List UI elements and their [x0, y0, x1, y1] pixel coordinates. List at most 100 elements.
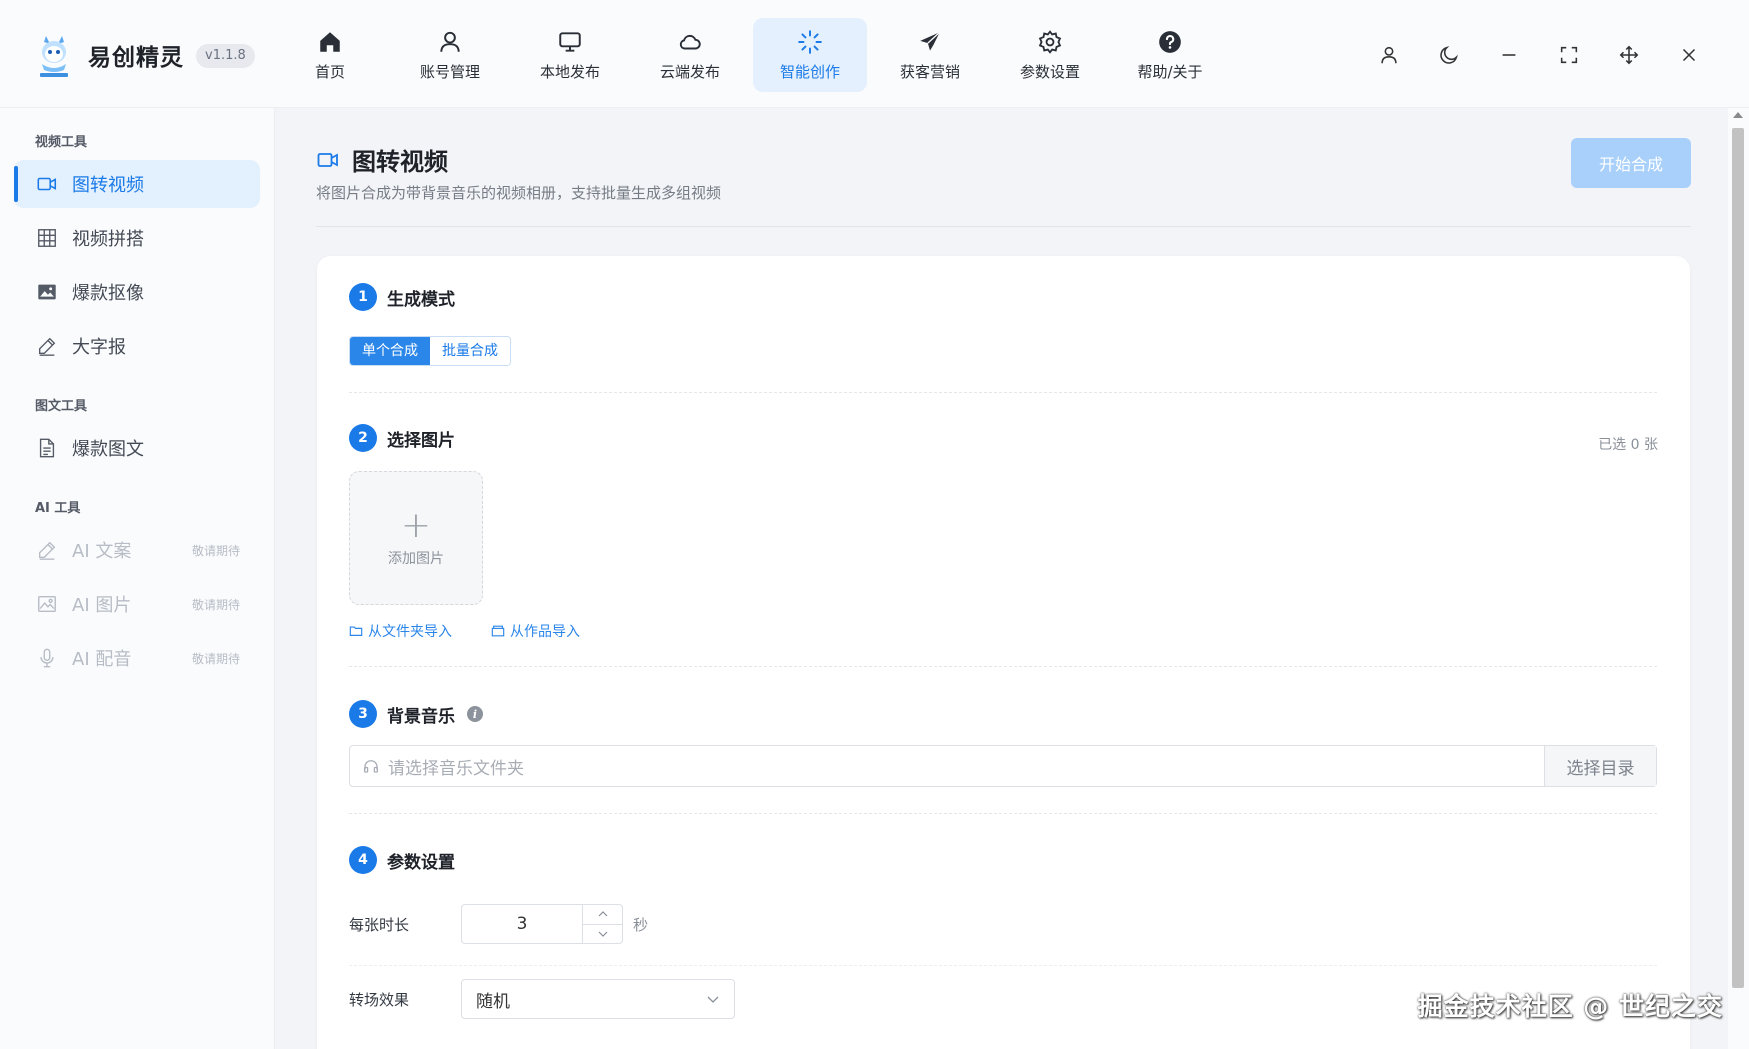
transition-label: 转场效果: [349, 991, 410, 1009]
step-badge: 1: [349, 283, 377, 311]
nav-settings[interactable]: 参数设置: [990, 18, 1110, 92]
fullscreen-button[interactable]: [1539, 38, 1599, 72]
section-divider: [349, 392, 1657, 393]
sidebar-item-ai-voice[interactable]: AI 配音 敬请期待: [14, 634, 260, 682]
music-folder-input[interactable]: 请选择音乐文件夹 选择目录: [349, 745, 1657, 787]
duration-unit: 秒: [633, 916, 649, 934]
archive-icon: [491, 625, 505, 637]
sidebar-item-ai-image[interactable]: AI 图片 敬请期待: [14, 580, 260, 628]
page-title-text: 图转视频: [352, 148, 448, 176]
sidebar-item-label: 视频拼搭: [72, 229, 144, 250]
import-folder-label: 从文件夹导入: [368, 624, 452, 640]
music-input-placeholder: 请选择音乐文件夹: [388, 758, 524, 779]
duration-stepper[interactable]: 3: [461, 904, 623, 944]
mode-batch-option[interactable]: 批量合成: [430, 337, 510, 365]
help-icon: [1159, 30, 1181, 53]
decrement-button[interactable]: [583, 923, 622, 944]
sidebar-item-label: AI 图片: [72, 595, 132, 616]
scrollbar-thumb[interactable]: [1732, 128, 1744, 988]
nav-home[interactable]: 首页: [270, 18, 390, 92]
section-music-title: 3 背景音乐 i: [349, 700, 483, 728]
folder-icon: [349, 626, 363, 636]
move-button[interactable]: [1599, 38, 1659, 72]
move-icon: [1619, 45, 1639, 65]
user-icon: [1381, 46, 1397, 64]
section-images-title: 2 选择图片: [349, 424, 455, 452]
minimize-button[interactable]: [1479, 38, 1539, 72]
image-icon: [38, 595, 56, 613]
sidebar-item-hot-posts[interactable]: 爆款图文: [14, 424, 260, 472]
close-button[interactable]: [1659, 38, 1719, 72]
duration-value[interactable]: 3: [462, 905, 582, 943]
minimize-icon: [1502, 54, 1516, 56]
nav-label: 本地发布: [539, 62, 600, 81]
sidebar-item-label: 图转视频: [72, 175, 144, 196]
cloud-icon: [679, 34, 701, 49]
vertical-scrollbar[interactable]: [1728, 108, 1749, 1049]
import-from-folder-link[interactable]: 从文件夹导入: [349, 621, 452, 641]
app-logo: [40, 36, 68, 77]
sidebar-item-ai-copywriting[interactable]: AI 文案 敬请期待: [14, 526, 260, 574]
transition-selected-value: 随机: [476, 991, 510, 1012]
sidebar: 视频工具 图转视频 视频拼搭 爆款抠像 大字报 图文工具 爆款图文 AI 工具 …: [0, 108, 275, 1049]
user-button[interactable]: [1359, 38, 1419, 72]
section-title-text: 生成模式: [387, 289, 455, 310]
info-icon[interactable]: i: [467, 706, 483, 722]
title-bar: 易创精灵 v1.1.8 首页 账号管理 本地发布 云端发布 智能创作 获客营销: [0, 0, 1749, 108]
chevron-down-icon: [598, 931, 607, 937]
plus-icon: +: [400, 505, 432, 546]
step-badge: 2: [349, 424, 377, 452]
close-icon: [1682, 48, 1696, 62]
nav-smart-create[interactable]: 智能创作: [753, 18, 867, 92]
transition-select[interactable]: 随机: [461, 979, 735, 1019]
nav-accounts[interactable]: 账号管理: [390, 18, 510, 92]
duration-label: 每张时长: [349, 916, 410, 934]
microphone-icon: [40, 648, 54, 668]
nav-cloud-publish[interactable]: 云端发布: [630, 18, 750, 92]
coming-soon-badge: 敬请期待: [191, 543, 240, 558]
coming-soon-badge: 敬请期待: [191, 597, 240, 612]
page-title: 图转视频: [316, 142, 448, 177]
grid-icon: [38, 229, 56, 247]
nav-marketing[interactable]: 获客营销: [870, 18, 990, 92]
nav-label: 云端发布: [659, 62, 720, 81]
sidebar-item-label: AI 配音: [72, 649, 132, 670]
gear-icon: [1038, 29, 1062, 54]
theme-toggle-button[interactable]: [1419, 38, 1479, 72]
choose-directory-button[interactable]: 选择目录: [1544, 746, 1656, 786]
sidebar-group-text: 图文工具: [35, 399, 88, 414]
nav-label: 参数设置: [1019, 62, 1080, 81]
step-badge: 3: [349, 700, 377, 728]
sidebar-item-cutout[interactable]: 爆款抠像: [14, 268, 260, 316]
nav-label: 账号管理: [419, 62, 480, 81]
fullscreen-icon: [1560, 46, 1578, 64]
nav-help[interactable]: 帮助/关于: [1110, 18, 1230, 92]
section-title-text: 选择图片: [387, 430, 455, 451]
scroll-up-arrow[interactable]: [1733, 112, 1743, 118]
sidebar-item-image-to-video[interactable]: 图转视频: [14, 160, 260, 208]
row-divider: [349, 965, 1657, 966]
window-controls: [1359, 38, 1719, 72]
section-params-title: 4 参数设置: [349, 846, 455, 874]
add-image-button[interactable]: + 添加图片: [349, 471, 483, 605]
moon-icon: [1440, 46, 1458, 64]
nav-label: 首页: [314, 62, 345, 81]
nav-label: 帮助/关于: [1137, 62, 1203, 81]
coming-soon-badge: 敬请期待: [191, 651, 240, 666]
video-camera-icon: [37, 177, 57, 191]
nav-local-publish[interactable]: 本地发布: [510, 18, 630, 92]
home-icon: [320, 31, 340, 52]
sidebar-item-label: 爆款抠像: [72, 283, 144, 304]
start-compose-button[interactable]: 开始合成: [1571, 138, 1691, 188]
sidebar-item-video-splice[interactable]: 视频拼搭: [14, 214, 260, 262]
pen-icon: [38, 337, 56, 356]
settings-card: 1 生成模式 单个合成 批量合成 2 选择图片 已选 0 张 + 添加图片 从文…: [317, 256, 1690, 1049]
increment-button[interactable]: [583, 905, 622, 924]
section-title-text: 参数设置: [387, 852, 455, 873]
paper-plane-icon: [920, 31, 941, 51]
add-image-label: 添加图片: [388, 551, 444, 567]
import-from-works-link[interactable]: 从作品导入: [491, 621, 580, 641]
mode-single-option[interactable]: 单个合成: [350, 337, 430, 365]
sidebar-item-label: 爆款图文: [72, 439, 144, 460]
sidebar-item-big-text[interactable]: 大字报: [14, 322, 260, 370]
